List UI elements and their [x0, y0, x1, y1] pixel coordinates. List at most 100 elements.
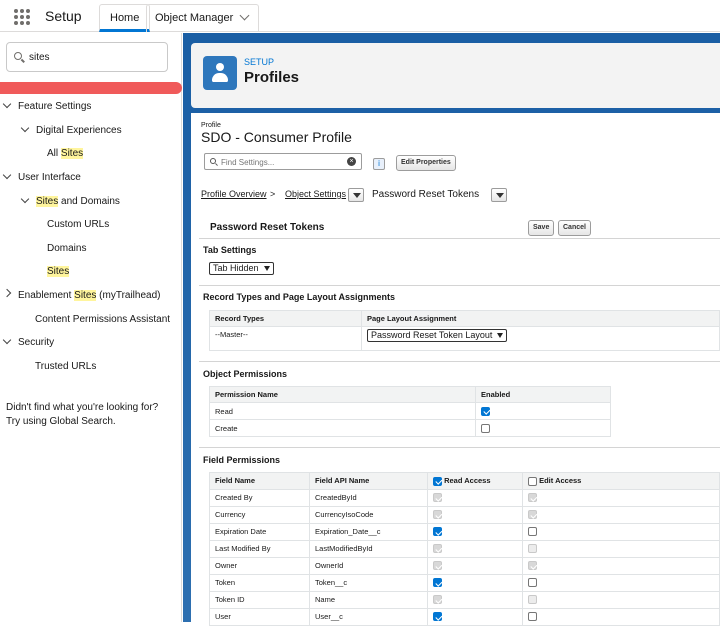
table-row: Token Token__c: [209, 573, 720, 592]
tab-object-manager-label: Object Manager: [155, 12, 234, 24]
edit-access-checkbox[interactable]: [528, 612, 537, 622]
field-api-name: Name: [309, 590, 428, 609]
table-row: Create: [209, 419, 611, 437]
edit-access-checkbox[interactable]: [528, 527, 537, 537]
field-permissions-table: Field Name Field API Name Read Access Ed…: [209, 472, 720, 626]
tree-label: Custom URLs: [47, 219, 110, 230]
table-row: Created By CreatedById: [209, 488, 720, 507]
tree-label: User Interface: [18, 172, 81, 183]
breadcrumb-profile-overview[interactable]: Profile Overview: [201, 189, 267, 199]
chevron-down-icon[interactable]: [2, 99, 12, 109]
tree-label: Domains: [47, 243, 87, 254]
search-highlight: Sites: [36, 196, 59, 207]
table-row: Last Modified By LastModifiedById: [209, 539, 720, 558]
find-settings-box[interactable]: ×: [204, 153, 362, 170]
edit-access-all-checkbox[interactable]: [528, 476, 537, 486]
tab-home[interactable]: Home: [99, 4, 151, 32]
column-header: Field API Name: [309, 472, 428, 490]
edit-access-checkbox: [528, 493, 537, 503]
tree-security[interactable]: Security: [2, 335, 55, 348]
tree-trusted-urls[interactable]: Trusted URLs: [35, 361, 96, 372]
profile-name: SDO - Consumer Profile: [201, 129, 352, 145]
read-access-header: Read Access: [427, 472, 523, 490]
edit-access-checkbox: [528, 561, 537, 571]
read-access-checkbox[interactable]: [433, 578, 442, 588]
tree-label: All: [47, 148, 61, 159]
field-api-name: CreatedById: [309, 488, 428, 507]
table-row: Currency CurrencyIsoCode: [209, 505, 720, 524]
page-layout-select[interactable]: Password Reset Token Layout: [367, 329, 508, 342]
cancel-button[interactable]: Cancel: [558, 220, 591, 236]
chevron-down-icon[interactable]: [20, 123, 30, 133]
read-access-checkbox[interactable]: [433, 612, 442, 622]
read-access-checkbox: [433, 595, 442, 605]
edit-access-cell: [522, 573, 720, 592]
read-access-checkbox[interactable]: [433, 527, 442, 537]
read-access-cell: [427, 522, 523, 541]
record-types-table: Record Types Page Layout Assignment --Ma…: [209, 310, 720, 351]
info-icon[interactable]: i: [373, 158, 385, 170]
chevron-down-icon[interactable]: [2, 170, 12, 180]
current-object-dropdown[interactable]: [491, 188, 507, 202]
tree-content-permissions[interactable]: Content Permissions Assistant: [35, 314, 170, 325]
field-api-name: Token__c: [309, 573, 428, 592]
page-layout-cell: Password Reset Token Layout: [361, 326, 720, 351]
tree-enablement-sites[interactable]: Enablement Sites (myTrailhead): [2, 288, 160, 301]
save-button[interactable]: Save: [528, 220, 555, 236]
edit-access-header: Edit Access: [522, 472, 720, 490]
setup-sidebar: Feature Settings Digital Experiences All…: [0, 33, 182, 622]
page-header: SETUP Profiles: [191, 43, 720, 108]
tree-custom-urls[interactable]: Custom URLs: [47, 219, 109, 230]
chevron-down-icon[interactable]: [20, 194, 30, 204]
field-api-name: LastModifiedById: [309, 539, 428, 558]
not-found-message: Didn't find what you're looking for? Try…: [6, 401, 176, 429]
find-settings-input[interactable]: [221, 156, 341, 168]
permission-enabled: [475, 402, 611, 420]
create-enabled-checkbox[interactable]: [481, 423, 490, 433]
table-row: Expiration Date Expiration_Date__c: [209, 522, 720, 541]
read-enabled-checkbox[interactable]: [481, 406, 490, 416]
clear-icon[interactable]: ×: [347, 157, 356, 166]
column-header: Record Types: [209, 310, 362, 327]
profile-icon: [203, 56, 237, 90]
divider: [199, 238, 720, 239]
read-access-checkbox: [433, 561, 442, 571]
tree-user-interface[interactable]: User Interface: [2, 170, 81, 183]
tree-all-sites[interactable]: All Sites: [47, 148, 84, 159]
main-panel: SETUP Profiles Profile SDO - Consumer Pr…: [183, 33, 720, 626]
tab-object-manager[interactable]: Object Manager: [146, 4, 259, 32]
tree-sites[interactable]: Sites: [47, 266, 70, 277]
tab-settings-title: Tab Settings: [203, 245, 257, 255]
tree-sites-and-domains[interactable]: Sites and Domains: [20, 194, 120, 207]
scroll-indicator: [0, 82, 182, 94]
edit-access-cell: [522, 607, 720, 626]
field-name: Currency: [209, 505, 310, 524]
edit-properties-button[interactable]: Edit Properties: [396, 155, 456, 171]
field-api-name: User__c: [309, 607, 428, 626]
object-settings-dropdown[interactable]: [348, 188, 364, 202]
quick-find-input[interactable]: [29, 49, 159, 65]
tree-digital-experiences[interactable]: Digital Experiences: [20, 123, 122, 136]
breadcrumb-current: Password Reset Tokens: [372, 189, 480, 200]
table-row: User User__c: [209, 607, 720, 626]
tree-label: Security: [18, 337, 55, 348]
tree-label: Enablement: [18, 290, 75, 301]
tab-visibility-select[interactable]: Tab Hidden: [209, 262, 274, 275]
app-launcher-icon[interactable]: [14, 9, 30, 25]
tree-feature-settings[interactable]: Feature Settings: [2, 99, 91, 112]
divider: [199, 447, 720, 448]
permission-name: Read: [209, 402, 476, 420]
chevron-right-icon[interactable]: [2, 288, 12, 298]
breadcrumb-object-settings[interactable]: Object Settings: [285, 189, 346, 199]
read-access-all-checkbox[interactable]: [433, 476, 442, 486]
edit-access-checkbox[interactable]: [528, 578, 537, 588]
chevron-down-icon[interactable]: [239, 10, 250, 21]
quick-find-box[interactable]: [6, 42, 168, 72]
tree-label: Digital Experiences: [36, 125, 122, 136]
tree-domains[interactable]: Domains: [47, 243, 86, 254]
chevron-down-icon[interactable]: [2, 335, 12, 345]
app-name: Setup: [45, 8, 82, 24]
read-access-cell: [427, 556, 523, 575]
read-access-cell: [427, 539, 523, 558]
edit-access-checkbox: [528, 595, 537, 605]
